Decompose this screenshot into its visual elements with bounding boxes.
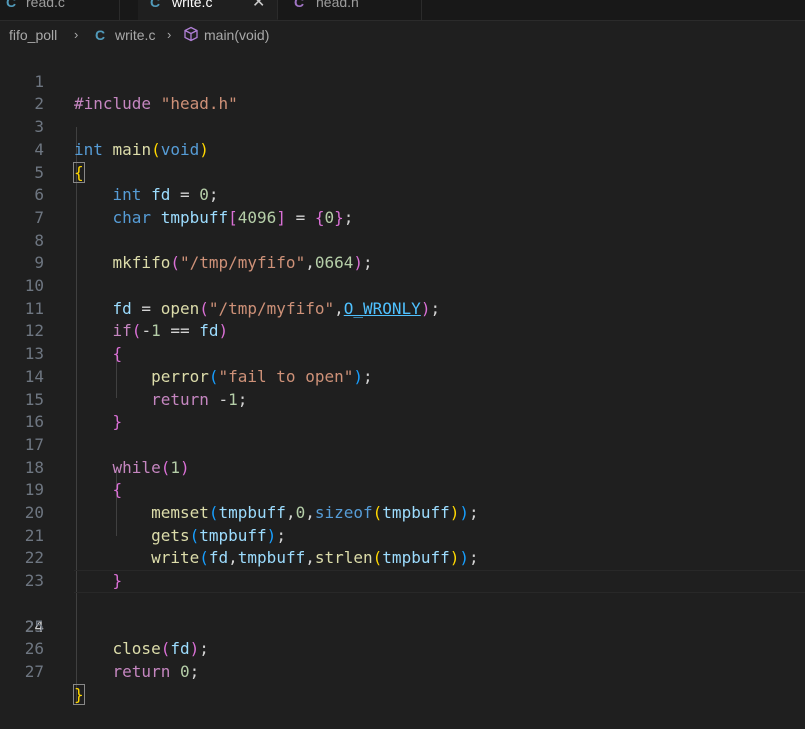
tab-label: read.c: [26, 0, 65, 10]
line-number: 27: [24, 661, 44, 681]
token: 0: [179, 661, 190, 681]
code-line: 17 while(1): [0, 411, 805, 477]
tab-write-c[interactable]: C write.c ✕: [138, 0, 278, 20]
code-line: 14 return -1;: [0, 343, 805, 409]
token: }: [73, 683, 85, 705]
breadcrumb-file[interactable]: write.c: [115, 22, 155, 48]
code-line: 19 memset(tmpbuff,0,sizeof(tmpbuff));: [0, 457, 805, 522]
tab-label: write.c: [172, 0, 213, 10]
c-file-icon: C: [294, 0, 305, 10]
code-line: 13 perror("fail to open");: [0, 320, 805, 386]
code-line: 4 {: [0, 116, 805, 183]
tab-head-h[interactable]: C head.h: [280, 0, 422, 20]
token: ;: [189, 661, 200, 681]
code-line: 21 write(fd,tmpbuff,strlen(tmpbuff));: [0, 502, 805, 568]
code-line: 7: [0, 184, 805, 227]
code-line: 10 fd = open("/tmp/myfifo",O_WRONLY);: [0, 252, 805, 318]
code-line: 3 int main(void): [0, 93, 805, 159]
code-line: 11 if(-1 == fd): [0, 275, 805, 341]
code-line: 2: [0, 71, 805, 113]
token: return: [112, 661, 171, 681]
code-line: 12 {: [0, 298, 805, 363]
code-line: 15 }: [0, 366, 805, 432]
tab-read-c[interactable]: C read.c: [0, 0, 120, 20]
code-line: 5 int fd = 0;: [0, 139, 805, 205]
code-line: 22 }: [0, 525, 805, 590]
breadcrumb: fifo_poll › C write.c › main(void): [0, 22, 805, 48]
cube-icon: [183, 22, 199, 48]
code-line: 8 mkfifo("/tmp/myfifo",0664);: [0, 207, 805, 273]
code-line: 26 return 0;: [0, 616, 805, 681]
breadcrumb-folder[interactable]: fifo_poll: [9, 22, 57, 48]
c-file-icon: C: [95, 27, 106, 43]
breadcrumb-symbol[interactable]: main(void): [204, 22, 269, 48]
code-line: 23: [0, 547, 805, 590]
code-line: 20 gets(tmpbuff);: [0, 479, 805, 545]
code-line: 1 #include "head.h": [0, 48, 805, 114]
tab-label: head.h: [316, 0, 359, 10]
c-file-icon: C: [150, 0, 161, 10]
code-line-current: 24 close(fd);: [0, 570, 805, 658]
code-line: 25: [0, 593, 805, 636]
code-line: 18 {: [0, 434, 805, 500]
chevron-right-icon: ›: [74, 27, 79, 42]
code-editor[interactable]: 1 #include "head.h" 2 3 int main(void) 4…: [0, 48, 805, 705]
code-line: 6 char tmpbuff[4096] = {0};: [0, 162, 805, 227]
code-line: 9: [0, 230, 805, 272]
current-line-highlight: [74, 570, 805, 593]
close-icon[interactable]: ✕: [252, 0, 265, 12]
code-line: 16: [0, 389, 805, 431]
chevron-right-icon: ›: [167, 27, 172, 42]
code-line: 27 }: [0, 638, 805, 705]
tab-bar: C read.c C write.c ✕ C head.h: [0, 0, 805, 21]
c-file-icon: C: [6, 0, 17, 10]
